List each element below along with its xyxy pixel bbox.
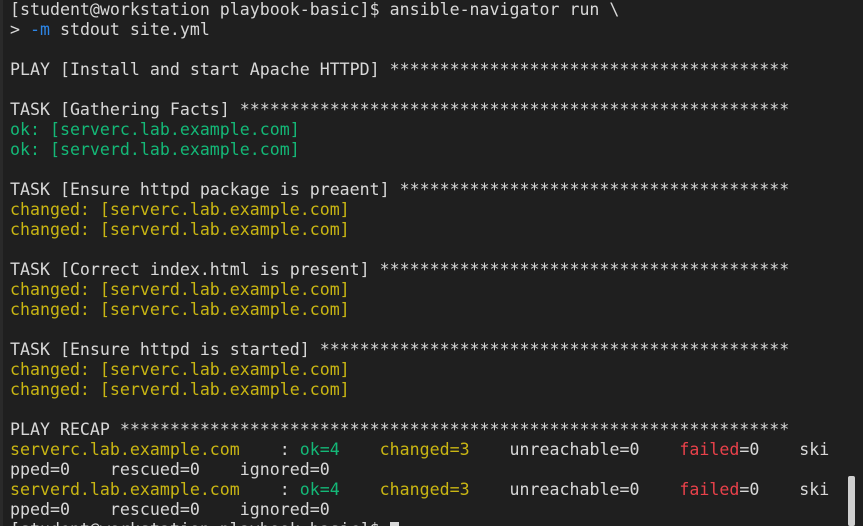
- terminal-text-segment: -m: [29, 20, 50, 39]
- terminal-line: serverd.lab.example.com : ok=4 changed=3…: [10, 480, 829, 500]
- terminal-text-segment: TASK [Correct index.html is present] ***…: [10, 260, 790, 279]
- terminal-text-segment: failed: [679, 480, 740, 499]
- terminal-window[interactable]: [student@workstation playbook-basic]$ an…: [0, 0, 863, 526]
- terminal-line: TASK [Ensure httpd package is preaent] *…: [10, 180, 829, 200]
- terminal-text-segment: TASK [Gathering Facts] *****************…: [10, 100, 790, 119]
- vertical-scrollbar[interactable]: [848, 476, 855, 526]
- terminal-line: changed: [serverc.lab.example.com]: [10, 200, 829, 220]
- terminal-line: changed: [serverc.lab.example.com]: [10, 300, 829, 320]
- terminal-text-segment: =0 ski: [739, 440, 830, 459]
- terminal-line: PLAY RECAP *****************************…: [10, 420, 829, 440]
- terminal-text-segment: changed: [serverd.lab.example.com]: [10, 280, 350, 299]
- terminal-text-segment: changed: [serverc.lab.example.com]: [10, 200, 350, 219]
- terminal-line: changed: [serverd.lab.example.com]: [10, 280, 829, 300]
- terminal-line: ok: [serverd.lab.example.com]: [10, 140, 829, 160]
- terminal-line: pped=0 rescued=0 ignored=0: [10, 460, 829, 480]
- terminal-line: changed: [serverd.lab.example.com]: [10, 380, 829, 400]
- terminal-text-segment: :: [239, 440, 300, 459]
- terminal-text-segment: PLAY RECAP *****************************…: [10, 420, 790, 439]
- terminal-text-segment: [student@workstation playbook-basic]$: [10, 520, 390, 526]
- terminal-text-segment: changed=3: [379, 440, 470, 459]
- terminal-text-segment: TASK [Ensure httpd is started] *********…: [10, 340, 790, 359]
- terminal-text-segment: changed: [serverc.lab.example.com]: [10, 360, 350, 379]
- text-cursor: [389, 522, 399, 526]
- terminal-text-segment: pped=0 rescued=0 ignored=0: [10, 460, 330, 479]
- terminal-text-segment: ok: [serverd.lab.example.com]: [10, 140, 300, 159]
- terminal-line: pped=0 rescued=0 ignored=0: [10, 500, 829, 520]
- terminal-line: ok: [serverc.lab.example.com]: [10, 120, 829, 140]
- terminal-text-segment: ok=4: [299, 480, 340, 499]
- terminal-text-segment: :: [239, 480, 300, 499]
- terminal-text-segment: unreachable=0: [469, 440, 680, 459]
- terminal-text-segment: >: [10, 20, 30, 39]
- terminal-text-segment: serverc.lab.example.com: [10, 440, 240, 459]
- terminal-text-segment: ok=4: [299, 440, 340, 459]
- terminal-text-segment: ok: [serverc.lab.example.com]: [10, 120, 300, 139]
- terminal-text-segment: pped=0 rescued=0 ignored=0: [10, 500, 330, 519]
- terminal-line: changed: [serverd.lab.example.com]: [10, 220, 829, 240]
- terminal-line: [student@workstation playbook-basic]$: [10, 520, 829, 526]
- terminal-line: TASK [Correct index.html is present] ***…: [10, 260, 829, 280]
- window-left-border: [0, 0, 3, 526]
- terminal-text-segment: TASK [Ensure httpd package is preaent] *…: [10, 180, 790, 199]
- terminal-line: TASK [Gathering Facts] *****************…: [10, 100, 829, 120]
- terminal-line: changed: [serverc.lab.example.com]: [10, 360, 829, 380]
- terminal-text-segment: PLAY [Install and start Apache HTTPD] **…: [10, 60, 790, 79]
- terminal-output: [student@workstation playbook-basic]$ an…: [10, 0, 829, 526]
- terminal-text-segment: failed: [679, 440, 740, 459]
- terminal-line: TASK [Ensure httpd is started] *********…: [10, 340, 829, 360]
- terminal-text-segment: changed: [serverc.lab.example.com]: [10, 300, 350, 319]
- terminal-line: serverc.lab.example.com : ok=4 changed=3…: [10, 440, 829, 460]
- terminal-line: PLAY [Install and start Apache HTTPD] **…: [10, 60, 829, 80]
- terminal-text-segment: [student@workstation playbook-basic]$ an…: [10, 0, 620, 19]
- terminal-line: [student@workstation playbook-basic]$ an…: [10, 0, 829, 20]
- terminal-text-segment: serverd.lab.example.com: [10, 480, 240, 499]
- terminal-text-segment: changed: [serverd.lab.example.com]: [10, 380, 350, 399]
- terminal-text-segment: changed=3: [379, 480, 470, 499]
- terminal-text-segment: =0 ski: [739, 480, 830, 499]
- terminal-text-segment: changed: [serverd.lab.example.com]: [10, 220, 350, 239]
- terminal-text-segment: stdout site.yml: [49, 20, 210, 39]
- terminal-line: > -m stdout site.yml: [10, 20, 829, 40]
- terminal-text-segment: unreachable=0: [469, 480, 680, 499]
